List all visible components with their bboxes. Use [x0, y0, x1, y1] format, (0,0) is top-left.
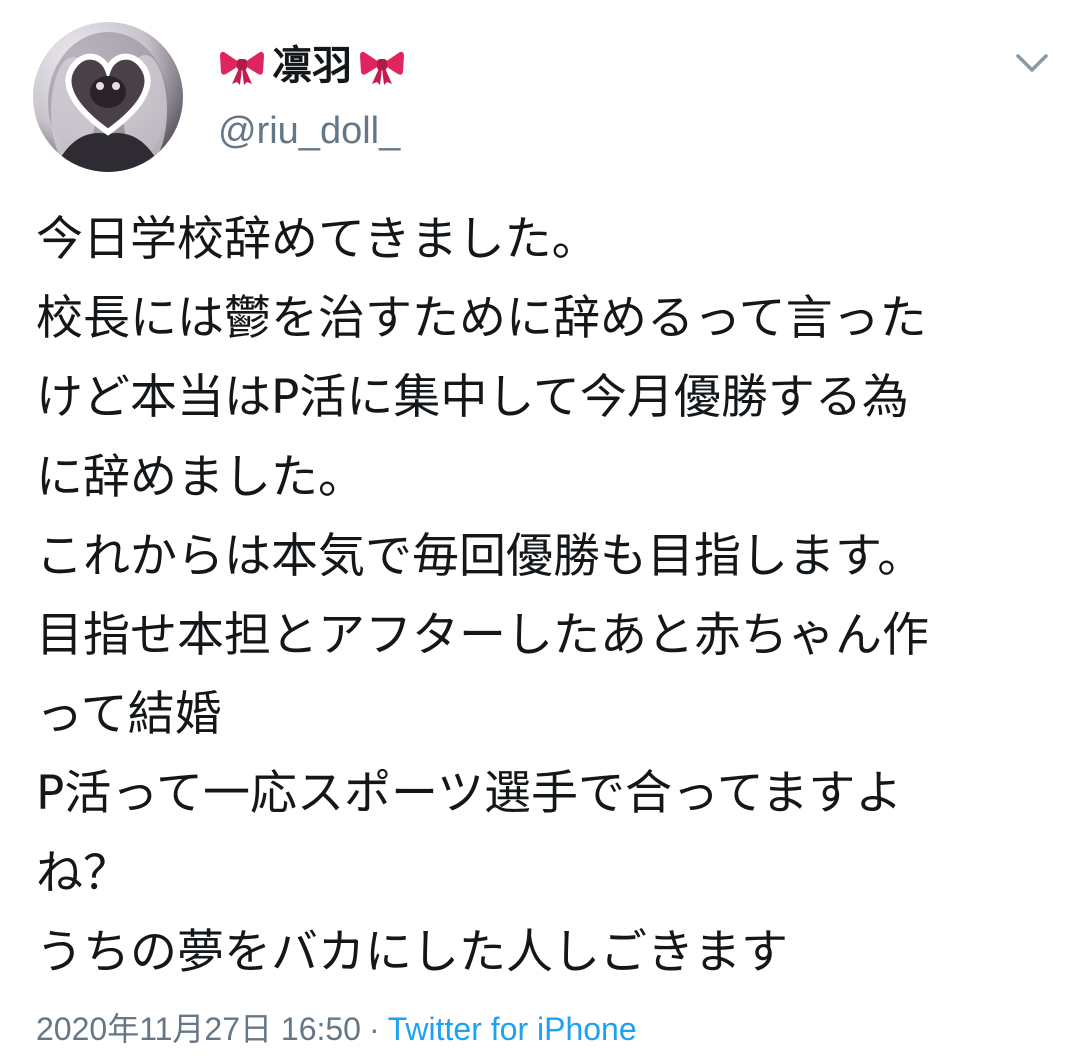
ribbon-icon — [218, 46, 266, 86]
avatar[interactable] — [33, 22, 183, 172]
author-name-row[interactable]: 凛羽 — [218, 38, 406, 94]
ribbon-icon — [358, 46, 406, 86]
tweet-text-line: って結婚 — [36, 687, 222, 743]
source-link[interactable]: Twitter for iPhone — [388, 1011, 637, 1047]
tweet-text-line: 校長には鬱を治すために辞めるって言った — [36, 291, 927, 347]
tweet-text-line: けど本当はP活に集中して今月優勝する為 — [36, 370, 909, 426]
tweet-meta: 2020年11月27日 16:50 · Twitter for iPhone — [36, 1004, 637, 1050]
tweet-text-line: これからは本気で毎回優勝も目指します。 — [36, 528, 925, 584]
avatar-photo — [48, 32, 168, 172]
timestamp[interactable]: 2020年11月27日 16:50 — [36, 1011, 361, 1047]
tweet-text-line: に辞めました。 — [36, 449, 365, 505]
tweet-text: 今日学校辞めてきました。 校長には鬱を治すために辞めるって言った けど本当はP活… — [36, 200, 1036, 992]
chevron-down-icon[interactable] — [1012, 46, 1052, 82]
display-name: 凛羽 — [272, 43, 352, 89]
meta-separator: · — [368, 1011, 380, 1047]
tweet-text-line: 今日学校辞めてきました。 — [36, 212, 599, 267]
tweet-text-line: ね？ — [36, 845, 130, 901]
user-handle[interactable]: @riu_doll_ — [218, 110, 400, 153]
tweet-card: 凛羽 @riu_doll_ 今日学校辞めてきました。 校長には鬱を治すために辞め… — [0, 0, 1080, 1061]
tweet-text-line: 目指せ本担とアフターしたあと赤ちゃん作 — [36, 607, 929, 663]
tweet-text-line: P活って一応スポーツ選手で合ってますよ — [36, 766, 903, 822]
tweet-text-line: うちの夢をバカにした人しごきます — [36, 924, 788, 980]
